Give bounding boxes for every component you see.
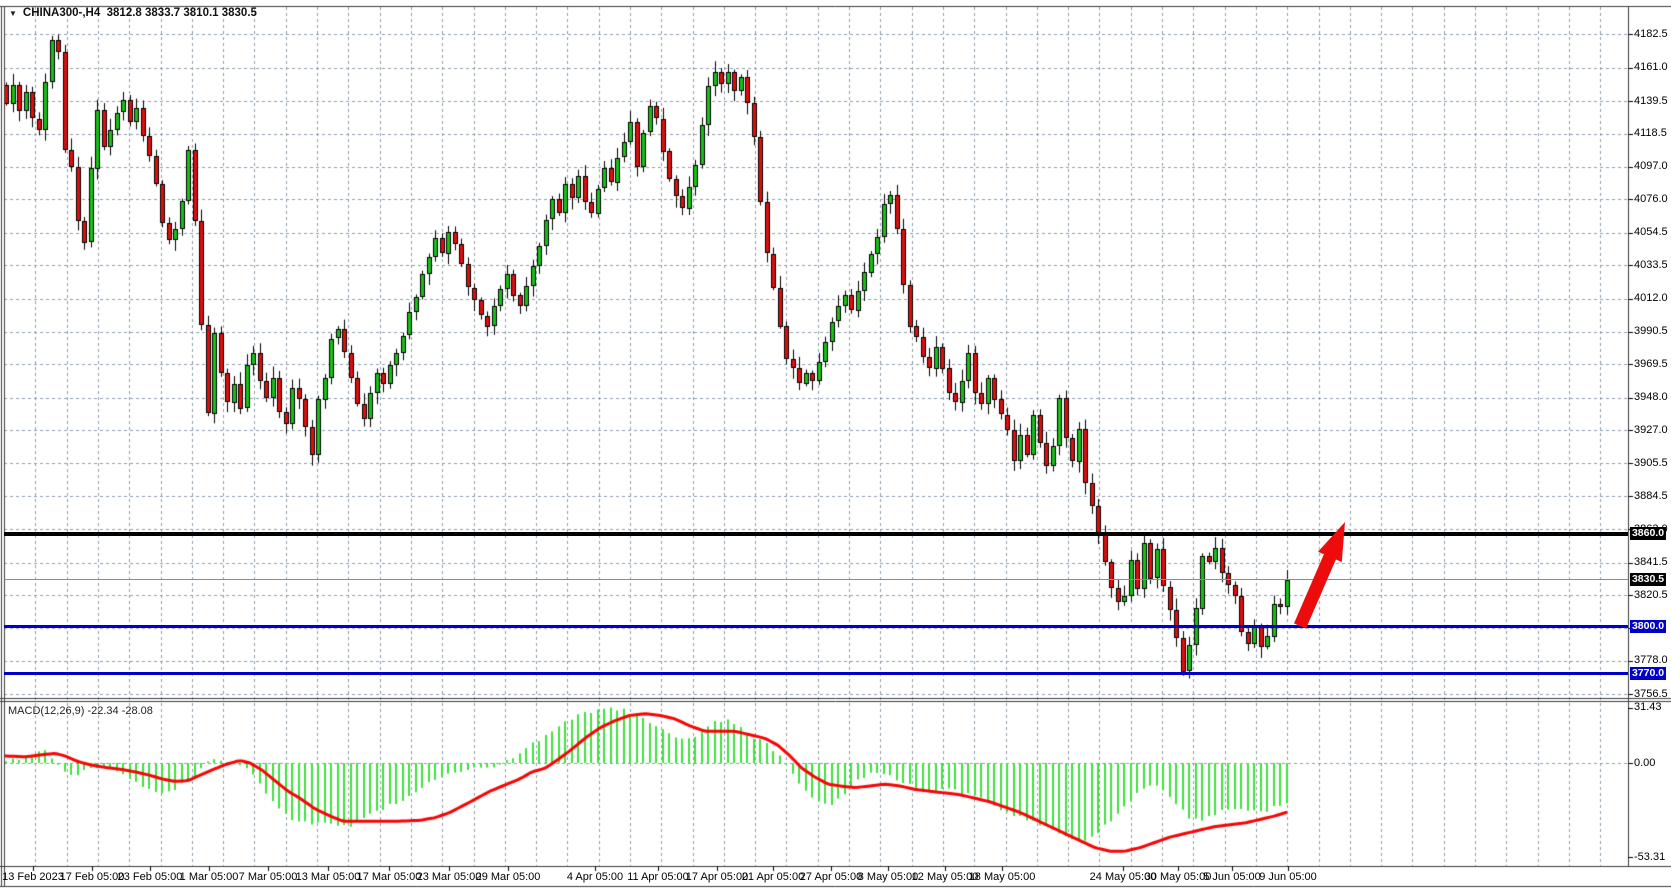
- up-trend-arrow[interactable]: [0, 0, 1671, 889]
- symbol-title: CHINA300-,H4 3812.8 3833.7 3810.1 3830.5: [23, 7, 257, 19]
- up-trend-arrow-shape[interactable]: [1294, 522, 1345, 629]
- macd-indicator-label: MACD(12,26,9) -22.34 -28.08: [8, 705, 153, 717]
- chart-window: 4182.54161.04139.54118.54097.04076.04054…: [0, 0, 1671, 889]
- chart-title-bar: ▼ CHINA300-,H4 3812.8 3833.7 3810.1 3830…: [9, 7, 257, 19]
- symbol-dropdown-icon[interactable]: ▼: [9, 9, 17, 18]
